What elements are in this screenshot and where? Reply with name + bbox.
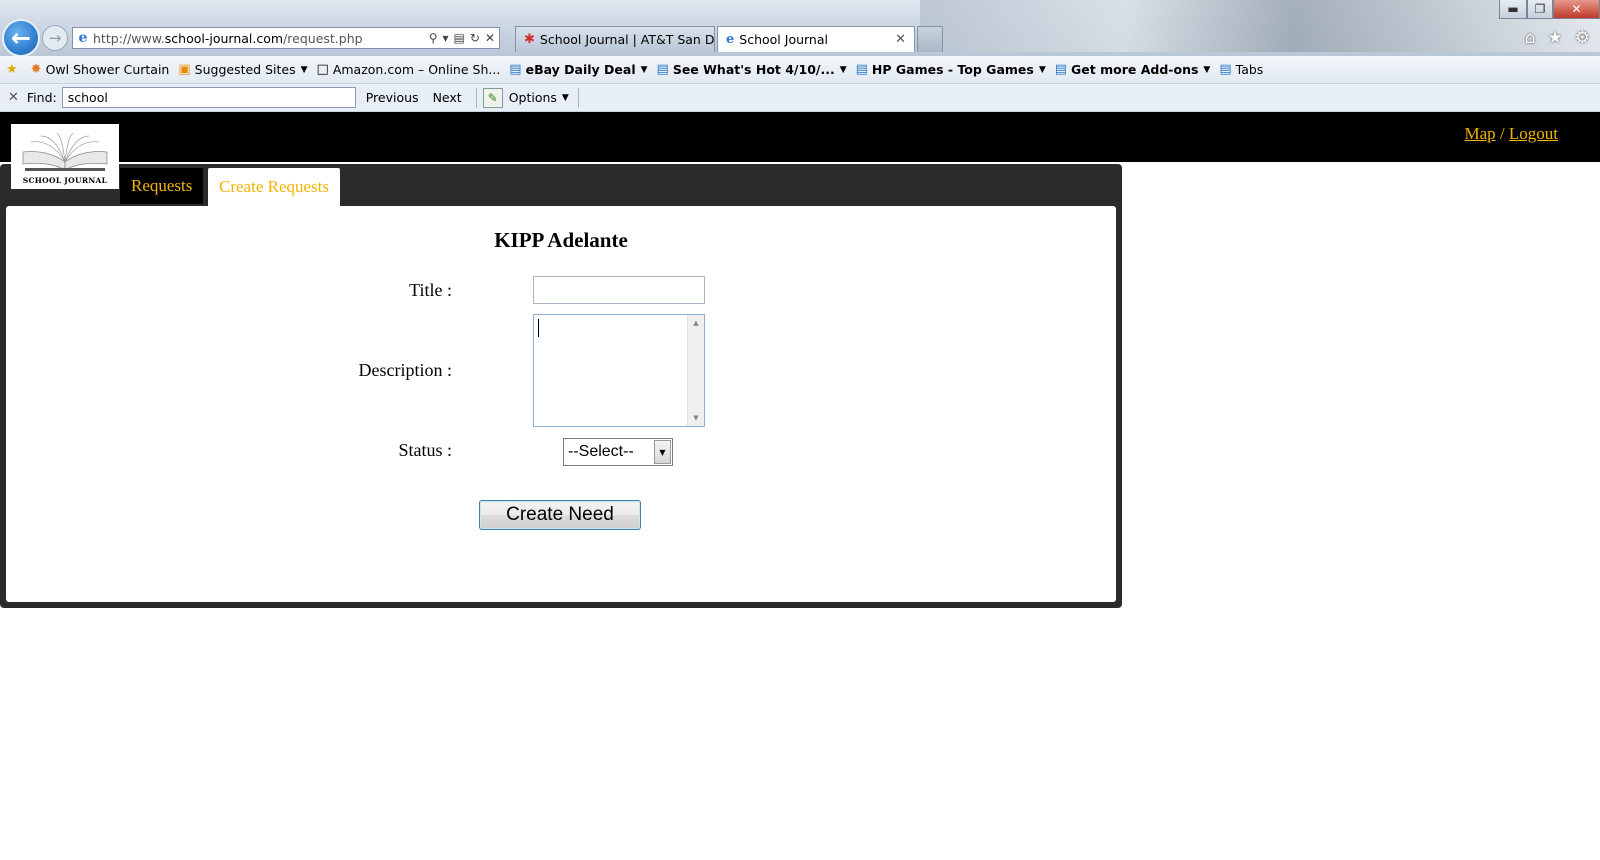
minimize-button[interactable]: ▬ <box>1499 0 1527 19</box>
ie-page-icon: ▤ <box>509 62 522 77</box>
gear-icon[interactable]: ⚙ <box>1575 28 1590 48</box>
chevron-down-icon: ▼ <box>1038 64 1046 75</box>
favorites-bar: ★ ✸ Owl Shower Curtain ▣ Suggested Sites ▼ … <box>0 56 1600 84</box>
ie-page-icon: ▤ <box>855 62 868 77</box>
browser-nav-icons: ⌂ ★ ⚙ <box>1525 28 1590 48</box>
owl-favicon-icon: ✸ <box>30 62 42 77</box>
description-label: Description : <box>358 360 452 380</box>
search-icon[interactable]: ⚲ <box>429 31 438 45</box>
create-need-button[interactable]: Create Need <box>479 500 641 530</box>
chevron-down-icon: ▼ <box>1203 64 1211 75</box>
fav-tabs[interactable]: ▤ Tabs <box>1219 62 1263 77</box>
site-header: Map / Logout <box>0 112 1600 162</box>
text-caret <box>538 319 539 337</box>
fav-amazon[interactable]: □ Amazon.com – Online Sh... <box>317 62 501 77</box>
ie-page-icon: ▤ <box>1219 62 1232 77</box>
favorites-star-button[interactable]: ★ <box>6 62 22 77</box>
browser-title-bar: ← → e http://www.school-journal.com/requ… <box>0 0 1600 57</box>
fav-owl-shower-curtain[interactable]: ✸ Owl Shower Curtain <box>31 62 170 77</box>
chevron-down-icon: ▼ <box>300 64 308 75</box>
chevron-down-icon: ▼ <box>561 92 569 103</box>
ie-page-icon: e <box>78 30 88 46</box>
chevron-down-icon[interactable]: ▼ <box>654 440 671 464</box>
tab-requests[interactable]: Requests <box>120 168 204 204</box>
main-panel: Requests Create Requests KIPP Adelante T… <box>0 164 1122 608</box>
status-select[interactable]: --Select-- ▼ <box>563 438 673 466</box>
restore-button[interactable]: ❐ <box>1527 0 1553 19</box>
scroll-down-icon[interactable]: ▼ <box>688 411 704 425</box>
find-options-button[interactable]: Options ▼ <box>509 90 569 105</box>
att-favicon-icon: ✱ <box>524 32 535 47</box>
chevron-down-icon: ▼ <box>640 64 648 75</box>
back-arrow-icon: ← <box>10 24 32 52</box>
suggested-sites-icon: ▣ <box>178 62 191 77</box>
fav-ebay-daily-deal[interactable]: ▤ eBay Daily Deal ▼ <box>509 62 647 77</box>
logout-link[interactable]: Logout <box>1509 124 1558 143</box>
amazon-favicon-icon: □ <box>316 62 329 77</box>
stop-icon[interactable]: ✕ <box>485 31 495 45</box>
site-logo[interactable]: SCHOOL JOURNAL <box>11 124 119 189</box>
compatibility-view-icon[interactable]: ▤ <box>454 31 465 45</box>
find-label: Find: <box>26 90 57 105</box>
highlight-pencil-icon[interactable]: ✎ <box>482 87 503 108</box>
address-tools: ⚲ ▾ ▤ ↻ ✕ <box>429 31 499 45</box>
favorites-star-icon[interactable]: ★ <box>1548 28 1563 48</box>
school-name-heading: KIPP Adelante <box>494 228 628 252</box>
add-favorite-star-icon: ★ <box>6 62 18 77</box>
create-request-form: KIPP Adelante Title : Description : ▲ ▼ … <box>6 206 1116 602</box>
forward-button[interactable]: → <box>42 25 68 51</box>
find-separator-end <box>577 87 579 108</box>
find-previous-button[interactable]: Previous <box>366 90 419 105</box>
scroll-up-icon[interactable]: ▲ <box>688 316 704 330</box>
close-tab-icon[interactable]: ✕ <box>895 32 906 47</box>
ie-page-icon: ▤ <box>1054 62 1068 77</box>
home-icon[interactable]: ⌂ <box>1525 28 1536 48</box>
browser-tab-school-journal[interactable]: e School Journal ✕ <box>717 26 915 52</box>
refresh-icon[interactable]: ↻ <box>470 31 480 45</box>
forward-arrow-icon: → <box>48 29 62 47</box>
map-link[interactable]: Map <box>1464 124 1495 143</box>
new-tab-button[interactable] <box>917 26 943 52</box>
fav-suggested-sites[interactable]: ▣ Suggested Sites ▼ <box>178 62 307 77</box>
status-selected-value: --Select-- <box>568 443 634 460</box>
find-bar: ✕ Find: Previous Next ✎ Options▼ <box>0 84 1600 112</box>
address-url[interactable]: http://www.school-journal.com/request.ph… <box>93 31 429 46</box>
status-label: Status : <box>398 440 452 460</box>
open-book-icon <box>22 132 108 171</box>
description-scrollbar[interactable]: ▲ ▼ <box>687 315 704 426</box>
find-next-button[interactable]: Next <box>433 90 462 105</box>
address-bar[interactable]: e http://www.school-journal.com/request.… <box>72 27 500 49</box>
header-links: Map / Logout <box>1464 124 1558 143</box>
close-window-button[interactable]: ✕ <box>1553 0 1600 19</box>
ie-favicon-icon: e <box>726 32 735 47</box>
fav-see-whats-hot[interactable]: ▤ See What's Hot 4/10/... ▼ <box>657 62 847 77</box>
find-separator <box>475 87 477 108</box>
dropdown-icon[interactable]: ▾ <box>443 31 449 45</box>
logo-text: SCHOOL JOURNAL <box>22 176 108 185</box>
chevron-down-icon: ▼ <box>839 64 847 75</box>
find-input[interactable] <box>61 87 356 108</box>
close-find-icon[interactable]: ✕ <box>8 90 19 105</box>
fav-get-more-addons[interactable]: ▤ Get more Add-ons ▼ <box>1055 62 1211 77</box>
back-button[interactable]: ← <box>2 19 40 57</box>
window-controls: ▬ ❐ ✕ <box>1499 0 1600 19</box>
tab-create-requests[interactable]: Create Requests <box>208 168 340 206</box>
description-textarea[interactable]: ▲ ▼ <box>533 314 705 427</box>
ie-page-icon: ▤ <box>656 62 669 77</box>
title-input[interactable] <box>533 276 705 304</box>
title-label: Title : <box>409 280 452 300</box>
fav-hp-games[interactable]: ▤ HP Games - Top Games ▼ <box>856 62 1046 77</box>
web-page: Map / Logout SCHOOL JOURNAL Requests Cre… <box>0 112 1600 860</box>
background-wallpaper <box>920 0 1600 52</box>
browser-tab-att[interactable]: ✱ School Journal | AT&T San Die... <box>515 26 715 52</box>
